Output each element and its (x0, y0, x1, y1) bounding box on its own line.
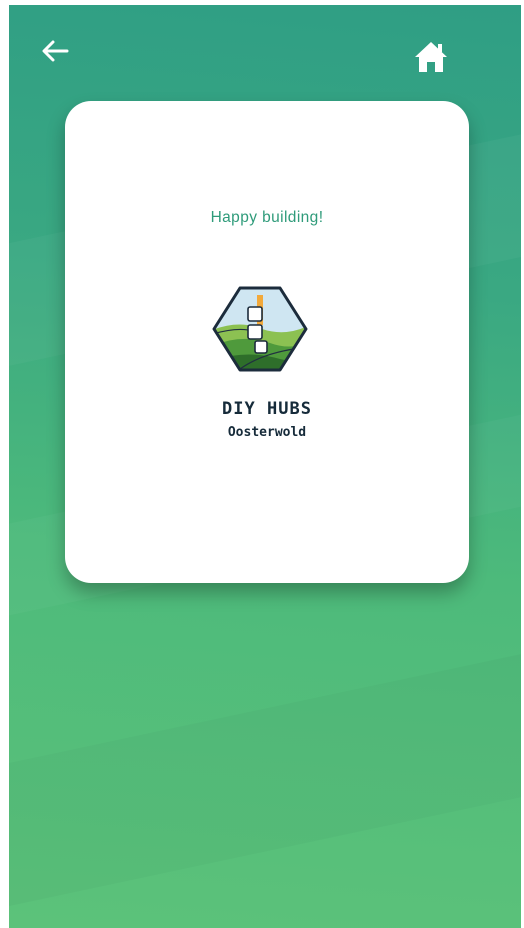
home-icon (415, 42, 447, 72)
card-message: Happy building! (210, 209, 324, 226)
arrow-left-icon (42, 40, 69, 62)
background-stripe (9, 640, 521, 910)
back-button[interactable] (35, 33, 75, 69)
message-card: Happy building! DIY HUBS Oosterwold (65, 101, 469, 583)
app-screen: Happy building! DIY HUBS Oosterwold (9, 5, 521, 928)
brand-name: DIY HUBS (222, 399, 312, 419)
home-button[interactable] (409, 37, 453, 77)
diy-hubs-logo-icon (212, 286, 308, 372)
brand-location: Oosterwold (227, 425, 307, 440)
